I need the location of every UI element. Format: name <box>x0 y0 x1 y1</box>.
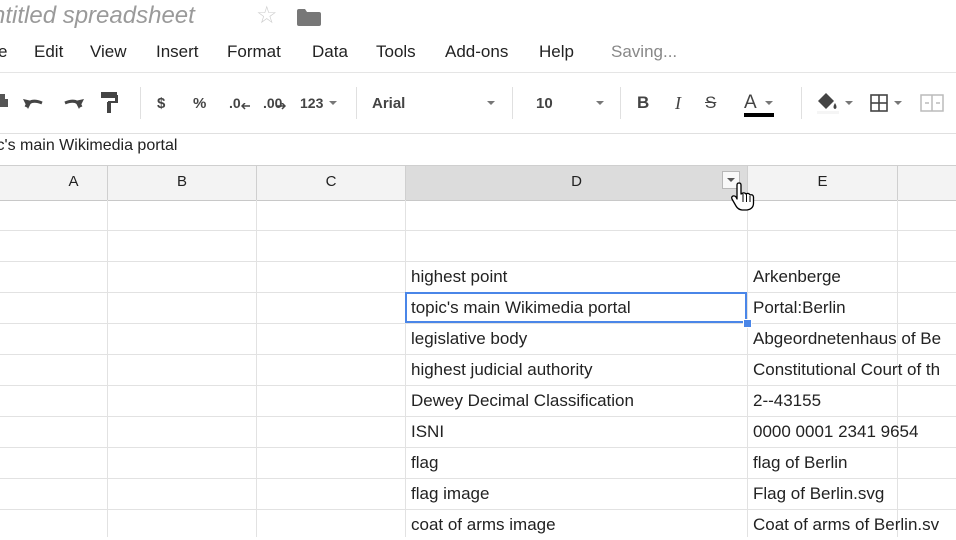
menu-view[interactable]: View <box>90 42 127 62</box>
cell-e5[interactable]: Abgeordnetenhaus of Be <box>753 324 956 354</box>
font-size-value: 10 <box>536 94 553 112</box>
formula-bar-content[interactable]: ic's main Wikimedia portal <box>0 136 177 162</box>
chevron-down-icon <box>845 101 853 105</box>
more-formats-label: 123 <box>300 95 324 111</box>
arrow-right-icon <box>277 103 287 110</box>
cell-d8[interactable]: ISNI <box>411 417 745 447</box>
undo-icon[interactable] <box>22 73 46 133</box>
toolbar: $ % .0 .00 123 Arial 10 B I S A <box>0 72 956 134</box>
redo-icon[interactable] <box>61 73 85 133</box>
percent-format-button[interactable]: % <box>193 73 206 133</box>
decrease-decimal-label: .0 <box>229 95 241 111</box>
print-icon[interactable] <box>0 73 8 133</box>
save-status: Saving... <box>611 42 678 61</box>
column-header-row: A B C D E <box>0 165 956 201</box>
text-color-label: A <box>744 92 757 113</box>
merge-cells-button[interactable] <box>920 73 944 133</box>
paint-format-icon[interactable] <box>101 73 119 133</box>
menu-file[interactable]: e <box>0 42 7 62</box>
cell-e11[interactable]: Coat of arms of Berlin.sv <box>753 510 956 540</box>
cell-d4[interactable]: topic's main Wikimedia portal <box>411 293 745 323</box>
column-header-b[interactable]: B <box>108 166 257 200</box>
font-select[interactable]: Arial <box>372 73 500 133</box>
merge-cells-icon <box>920 94 944 112</box>
fill-handle[interactable] <box>743 319 752 328</box>
cell-e3[interactable]: Arkenberge <box>753 262 956 292</box>
menu-data[interactable]: Data <box>312 42 348 62</box>
bold-button[interactable]: B <box>637 73 649 133</box>
document-title[interactable]: ntitled spreadsheet <box>0 0 195 34</box>
font-size-select[interactable]: 10 <box>536 73 608 133</box>
cell-d10[interactable]: flag image <box>411 479 745 509</box>
column-header-label: A <box>68 173 79 190</box>
chevron-down-icon <box>596 101 604 105</box>
arrow-left-icon <box>240 103 250 110</box>
text-color-swatch <box>744 113 774 117</box>
star-icon[interactable]: ☆ <box>256 2 278 30</box>
cell-e7[interactable]: 2--43155 <box>753 386 893 416</box>
text-color-button[interactable]: A <box>744 73 773 133</box>
chevron-down-icon <box>894 101 902 105</box>
strikethrough-button[interactable]: S <box>705 73 716 133</box>
cell-d6[interactable]: highest judicial authority <box>411 355 745 385</box>
menu-insert[interactable]: Insert <box>156 42 199 62</box>
cell-d9[interactable]: flag <box>411 448 745 478</box>
currency-format-button[interactable]: $ <box>157 73 165 133</box>
cell-d3[interactable]: highest point <box>411 262 745 292</box>
fill-color-button[interactable] <box>815 73 853 133</box>
borders-button[interactable] <box>870 73 902 133</box>
italic-button[interactable]: I <box>675 73 681 133</box>
paint-bucket-icon <box>817 93 839 114</box>
cell-d11[interactable]: coat of arms image <box>411 510 745 540</box>
menu-format[interactable]: Format <box>227 42 281 62</box>
cell-e9[interactable]: flag of Berlin <box>753 448 893 478</box>
chevron-down-icon <box>329 101 338 105</box>
increase-decimal-button[interactable]: .00 <box>263 73 287 133</box>
menu-tools[interactable]: Tools <box>376 42 416 62</box>
cell-e4[interactable]: Portal:Berlin <box>753 293 956 323</box>
column-header-d[interactable]: D <box>406 166 748 200</box>
chevron-down-icon <box>764 101 773 105</box>
borders-icon <box>870 94 888 112</box>
column-header-c[interactable]: C <box>257 166 406 200</box>
cell-e8[interactable]: 0000 0001 2341 9654 <box>753 417 956 447</box>
folder-icon[interactable] <box>297 9 321 26</box>
column-header-a[interactable]: A <box>0 166 108 200</box>
cell-d5[interactable]: legislative body <box>411 324 745 354</box>
font-select-value: Arial <box>372 94 406 112</box>
cell-d7[interactable]: Dewey Decimal Classification <box>411 386 745 416</box>
menu-help[interactable]: Help <box>539 42 574 62</box>
column-header-f[interactable] <box>898 166 956 200</box>
menu-edit[interactable]: Edit <box>34 42 63 62</box>
menu-add-ons[interactable]: Add-ons <box>445 42 508 62</box>
chevron-down-icon <box>487 101 495 105</box>
more-formats-button[interactable]: 123 <box>300 73 338 133</box>
decrease-decimal-button[interactable]: .0 <box>229 73 251 133</box>
cell-e10[interactable]: Flag of Berlin.svg <box>753 479 956 509</box>
hand-cursor-icon <box>731 182 755 211</box>
column-header-e[interactable]: E <box>748 166 898 200</box>
cell-e6[interactable]: Constitutional Court of th <box>753 355 956 385</box>
